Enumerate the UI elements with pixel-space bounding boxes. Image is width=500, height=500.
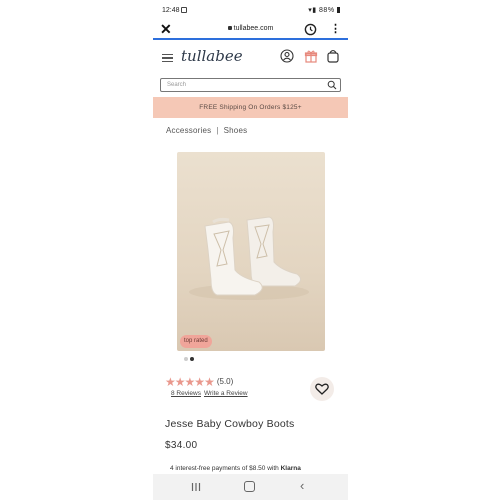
breadcrumb-item-shoes[interactable]: Shoes (224, 126, 248, 135)
breadcrumb-item-accessories[interactable]: Accessories (166, 126, 211, 135)
breadcrumb-separator: | (216, 126, 219, 135)
search-input[interactable]: Search (160, 78, 341, 92)
battery-level: 88% (319, 7, 335, 14)
page-load-progress (153, 38, 348, 40)
star-icon: ★ (204, 375, 215, 389)
heart-icon (315, 383, 329, 395)
url-text: tullabee.com (233, 25, 274, 32)
back-icon[interactable]: ‹ (300, 478, 304, 494)
reviews-link[interactable]: 8 Reviews (171, 390, 201, 397)
more-icon[interactable]: ⋮ (330, 21, 341, 37)
product-image[interactable] (177, 152, 325, 351)
user-icon[interactable] (280, 49, 294, 63)
review-links: 8 Reviews Write a Review (171, 390, 251, 397)
installments-prefix: 4 interest-free payments of $8.50 with (170, 465, 279, 472)
rating-score: (5.0) (216, 377, 234, 386)
image-carousel-dots (184, 348, 196, 366)
status-icons: ▾▮ 88% (308, 6, 340, 14)
gallery-notification-icon (181, 7, 187, 13)
recent-apps-icon[interactable] (191, 482, 201, 492)
history-icon[interactable] (304, 23, 317, 36)
browser-url-bar: ✕ tullabee.com ⋮ (153, 20, 348, 40)
status-time: 12:48 (162, 7, 180, 14)
installments-text: 4 interest-free payments of $8.50 with K… (170, 465, 301, 472)
product-rating[interactable]: ★★★★★ (5.0) (165, 373, 234, 389)
url-display[interactable]: tullabee.com (153, 25, 348, 32)
status-bar: 12:48 ▾▮ 88% (153, 0, 348, 22)
search-placeholder: Search (167, 82, 187, 88)
klarna-brand[interactable]: Klarna (281, 465, 301, 472)
site-logo[interactable]: tullabee (181, 47, 243, 65)
menu-icon[interactable] (162, 54, 173, 62)
boots-illustration (189, 216, 309, 300)
system-nav-bar: ‹ (153, 474, 348, 500)
write-review-link[interactable]: Write a Review (204, 390, 248, 397)
wishlist-button[interactable] (310, 377, 334, 401)
bag-icon[interactable] (326, 49, 340, 63)
shipping-banner[interactable]: FREE Shipping On Orders $125+ (153, 97, 348, 118)
search-icon[interactable] (327, 80, 337, 90)
carousel-dot[interactable] (184, 357, 188, 361)
gift-icon[interactable] (304, 49, 318, 63)
home-icon[interactable] (244, 481, 255, 492)
lock-icon (227, 26, 232, 30)
phone-screen: 12:48 ▾▮ 88% ✕ tullabee.com ⋮ tullabee S… (153, 0, 348, 500)
top-rated-badge: top rated (180, 335, 212, 348)
product-title: Jesse Baby Cowboy Boots (165, 418, 295, 430)
carousel-dot-active[interactable] (190, 357, 194, 361)
product-price: $34.00 (165, 440, 198, 451)
site-header: tullabee (153, 41, 348, 73)
signal-icon: ▾▮ (308, 7, 317, 14)
breadcrumb: Accessories | Shoes (166, 126, 247, 135)
battery-icon (337, 7, 340, 13)
